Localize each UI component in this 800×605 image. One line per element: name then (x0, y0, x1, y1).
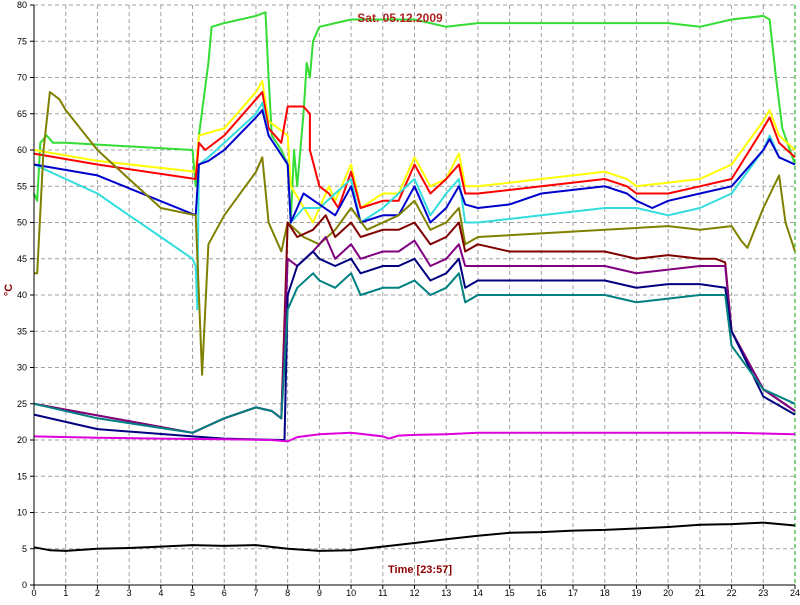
x-tick-label: 3 (127, 588, 132, 598)
x-axis-label: Time [23:57] (388, 564, 452, 576)
x-tick-label: 21 (695, 588, 705, 598)
y-tick-label: 5 (22, 544, 27, 554)
series-line-10 (33, 272, 796, 434)
y-tick-label: 15 (17, 471, 27, 481)
x-tick-label: 23 (758, 588, 768, 598)
y-tick-label: 75 (17, 36, 27, 46)
x-tick-label: 15 (505, 588, 515, 598)
x-tick-label: 17 (568, 588, 578, 598)
x-tick-label: 10 (346, 588, 356, 598)
y-tick-label: 40 (17, 290, 27, 300)
grid-lines (34, 4, 796, 585)
y-tick-label: 80 (17, 0, 27, 10)
x-tick-label: 13 (441, 588, 451, 598)
y-tick-label: 10 (17, 508, 27, 518)
y-axis-label: °C (3, 284, 15, 296)
x-tick-label: 8 (285, 588, 290, 598)
x-tick-label: 14 (473, 588, 483, 598)
temperature-line-chart: 05101520253035404550556065707580 0123456… (3, 0, 800, 598)
y-tick-label: 20 (17, 435, 27, 445)
x-tick-label: 4 (158, 588, 163, 598)
x-tick-label: 16 (536, 588, 546, 598)
x-tick-label: 9 (317, 588, 322, 598)
x-tick-label: 0 (31, 588, 36, 598)
x-tick-label: 1 (63, 588, 68, 598)
x-tick-label: 18 (600, 588, 610, 598)
x-tick-label: 7 (253, 588, 258, 598)
y-tick-label: 60 (17, 145, 27, 155)
chart-title: Sat. 05.12.2009 (357, 11, 443, 25)
x-tick-label: 24 (790, 588, 800, 598)
x-tick-label: 20 (663, 588, 673, 598)
y-tick-label: 30 (17, 363, 27, 373)
y-tick-labels: 0 5 10 15 20 25 30 35 40 45 50 55 60 65 70 75 80 (17, 0, 27, 590)
chart-container: 0 5 10 15 20 25 30 35 40 45 50 55 60 65 70 75 80 0123456… (0, 0, 800, 600)
x-tick-label: 6 (222, 588, 227, 598)
x-tick-labels: 0 1 2 3 4 5 6 7 8 9 10 11 12 13 14 15 16 17 18 19 20 21 22 23 24 (31, 588, 800, 598)
x-tick-label: 12 (409, 588, 419, 598)
y-tick-label: 25 (17, 399, 27, 409)
x-tick-label: 11 (378, 588, 387, 598)
y-tick-label: 70 (17, 73, 27, 83)
y-tick-label: 50 (17, 218, 27, 228)
y-tick-label: 35 (17, 326, 27, 336)
x-tick-label: 2 (95, 588, 100, 598)
x-tick-label: 19 (631, 588, 641, 598)
y-tick-label: 65 (17, 109, 27, 119)
y-tick-label: 45 (17, 254, 27, 264)
y-tick-label: 55 (17, 181, 27, 191)
y-tick-label: 0 (22, 580, 27, 590)
x-tick-label: 5 (190, 588, 195, 598)
x-tick-label: 22 (727, 588, 737, 598)
